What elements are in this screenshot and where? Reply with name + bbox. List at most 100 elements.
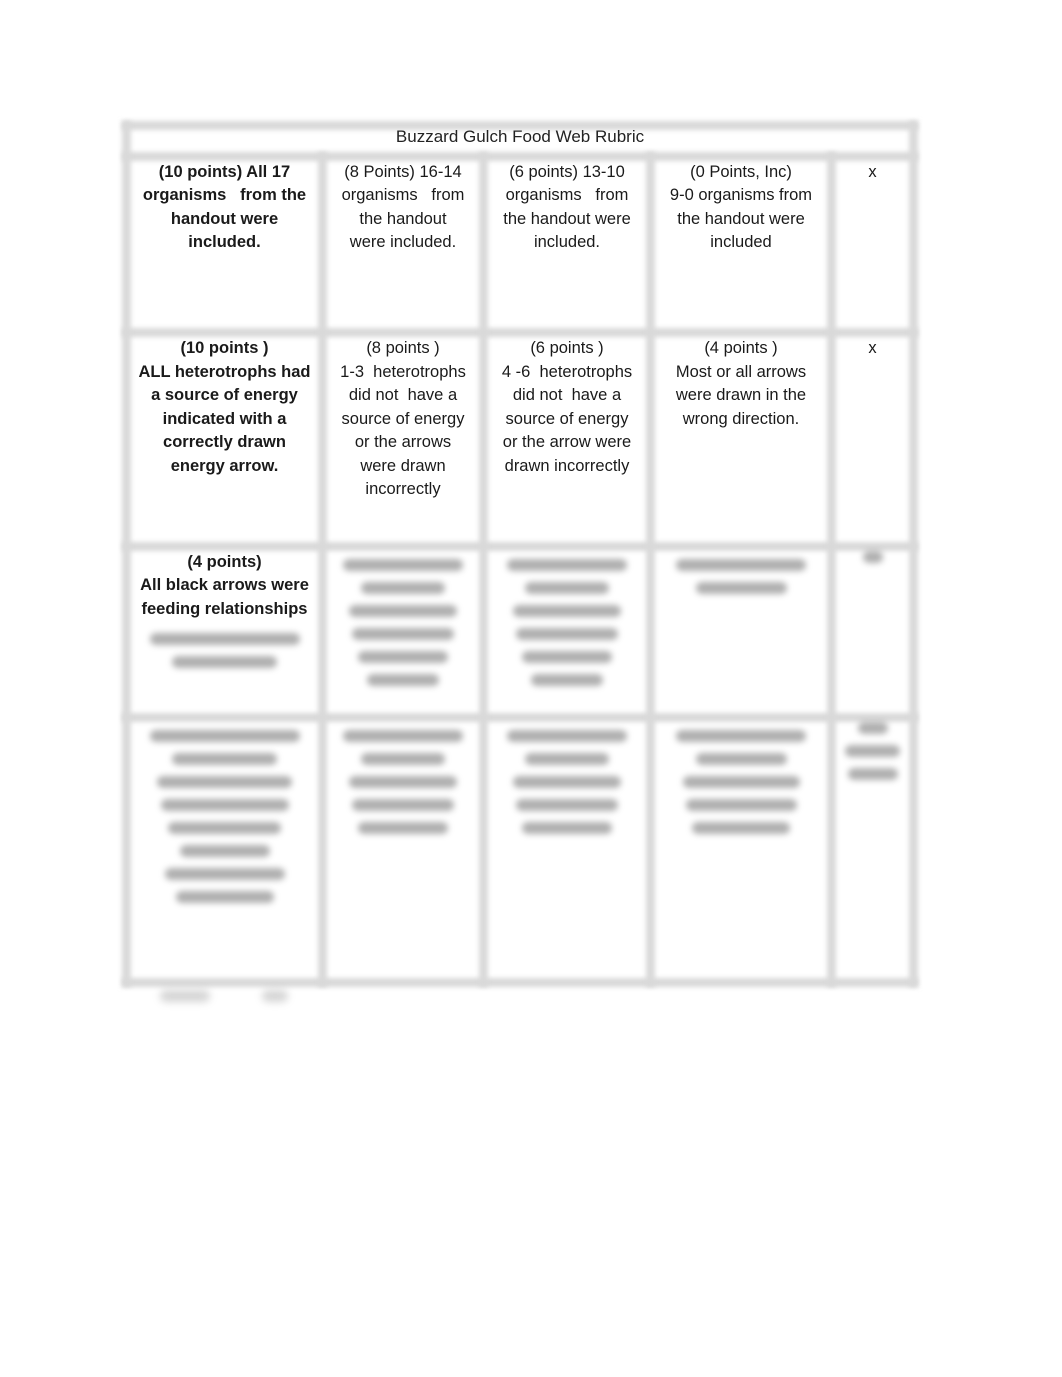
level-cell [655, 551, 827, 605]
obscured-text-line [172, 753, 277, 765]
obscured-text-line [525, 753, 609, 765]
cell-text-line: organisms from the [142, 186, 307, 205]
cell-text-line: energy arrow. [170, 456, 279, 475]
level-cell [655, 722, 827, 845]
cell-text-line: included. [533, 232, 601, 251]
cell-text-line: (6 points) 13-10 [509, 163, 625, 181]
score-mark: x [868, 339, 877, 357]
column-divider [318, 152, 327, 987]
obscured-text-line [160, 799, 289, 811]
obscured-footer-text [160, 990, 210, 1002]
score-cell [836, 551, 909, 574]
obscured-text-line [676, 730, 806, 742]
cell-text-line: (10 points ) [180, 339, 269, 357]
criterion-cell: (4 points) All black arrows were feeding r… [131, 551, 318, 679]
cell-text-line: included. [188, 232, 261, 251]
cell-text-line: did not have a [512, 386, 622, 404]
cell-text-line: (4 points ) [704, 339, 778, 357]
obscured-text [655, 559, 827, 594]
obscured-score [836, 551, 909, 563]
row-divider [122, 328, 918, 337]
obscured-text-line [516, 628, 618, 640]
level-cell [488, 722, 646, 845]
obscured-text [327, 730, 479, 834]
document-page: Buzzard Gulch Food Web Rubric (10 points… [0, 0, 1062, 1377]
cell-text-line: drawn incorrectly [504, 456, 630, 475]
obscured-text [131, 730, 318, 903]
table-border-bottom [122, 978, 918, 987]
level-cell: (0 Points, Inc) 9-0 organisms from the han… [655, 161, 827, 254]
obscured-text-line [847, 768, 898, 780]
obscured-text-line [516, 799, 618, 811]
rubric-title: Buzzard Gulch Food Web Rubric [395, 127, 645, 146]
cell-text-line: (6 points ) [530, 339, 604, 357]
obscured-text-line [695, 582, 787, 594]
cell-text-line: were included. [349, 232, 457, 251]
obscured-footer-text [262, 990, 288, 1002]
rubric-table: Buzzard Gulch Food Web Rubric (10 points… [122, 121, 918, 987]
column-divider [827, 152, 836, 987]
obscured-text [327, 559, 479, 686]
level-cell: (6 points) 13-10 organisms from the handou… [488, 161, 646, 254]
obscured-text [488, 559, 646, 686]
obscured-text-line [845, 745, 900, 757]
cell-text-line: or the arrows [354, 433, 452, 451]
obscured-text [488, 730, 646, 834]
cell-text-line: source of energy [341, 409, 465, 428]
cell-text-line: a source of energy [151, 386, 298, 404]
cell-text-line: source of energy [505, 409, 629, 428]
cell-text-line: 4 -6 heterotrophs [501, 362, 633, 381]
level-cell: (8 Points) 16-14 organisms from the handou… [327, 161, 479, 254]
cell-text-line: (10 points) All 17 [158, 163, 291, 181]
obscured-text-line [531, 674, 603, 686]
obscured-text-line [157, 776, 292, 788]
score-cell: x [836, 161, 909, 184]
cell-text-line: (8 points ) [366, 339, 440, 357]
score-cell [836, 722, 909, 791]
obscured-text-line [367, 674, 439, 686]
cell-text-line: correctly drawn [163, 433, 286, 451]
obscured-text [131, 632, 318, 668]
obscured-text [655, 730, 827, 834]
cell-text-line: handout were [170, 209, 279, 228]
obscured-text-line [175, 891, 274, 903]
obscured-text-line [685, 799, 797, 811]
obscured-text-line [343, 559, 463, 571]
cell-text-line: or the arrow were [502, 433, 632, 451]
row-divider [122, 152, 918, 161]
obscured-text-line [343, 730, 463, 742]
cell-text-line: Most or all arrows [675, 362, 807, 381]
cell-text-line: the handout were [503, 209, 631, 228]
obscured-text-line [179, 845, 270, 857]
obscured-text-line [525, 582, 609, 594]
obscured-text-line [358, 651, 448, 663]
level-cell [327, 551, 479, 697]
obscured-text-line [168, 822, 281, 834]
cell-text-line: All black arrows were [140, 576, 309, 595]
cell-text-line: incorrectly [365, 480, 441, 498]
obscured-text-line [507, 730, 627, 742]
score-cell: x [836, 337, 909, 360]
row-divider [122, 542, 918, 551]
criterion-cell: (10 points) All 17 organisms from the hand… [131, 161, 318, 254]
level-cell: (6 points ) 4 -6 heterotrophs did not have… [488, 337, 646, 478]
obscured-text-line [352, 628, 454, 640]
cell-text-line: ALL heterotrophs had [138, 362, 311, 381]
cell-text-line: indicated with a [162, 409, 287, 428]
cell-text-line: organisms from [505, 186, 629, 205]
obscured-text-line [522, 822, 612, 834]
obscured-text-line [349, 776, 457, 788]
obscured-score [836, 722, 909, 780]
level-cell: (4 points ) Most or all arrows were drawn … [655, 337, 827, 431]
obscured-text-line [695, 753, 787, 765]
obscured-text-line [522, 651, 612, 663]
obscured-text-line [361, 582, 445, 594]
row-divider [122, 713, 918, 722]
level-cell: (8 points ) 1-3 heterotrophs did not have … [327, 337, 479, 502]
obscured-text-line [172, 655, 277, 668]
obscured-text-line [862, 551, 883, 563]
cell-text-line: did not have a [348, 386, 458, 404]
column-divider [646, 152, 655, 987]
cell-text-line: the handout [359, 209, 447, 228]
obscured-text-line [149, 730, 300, 742]
